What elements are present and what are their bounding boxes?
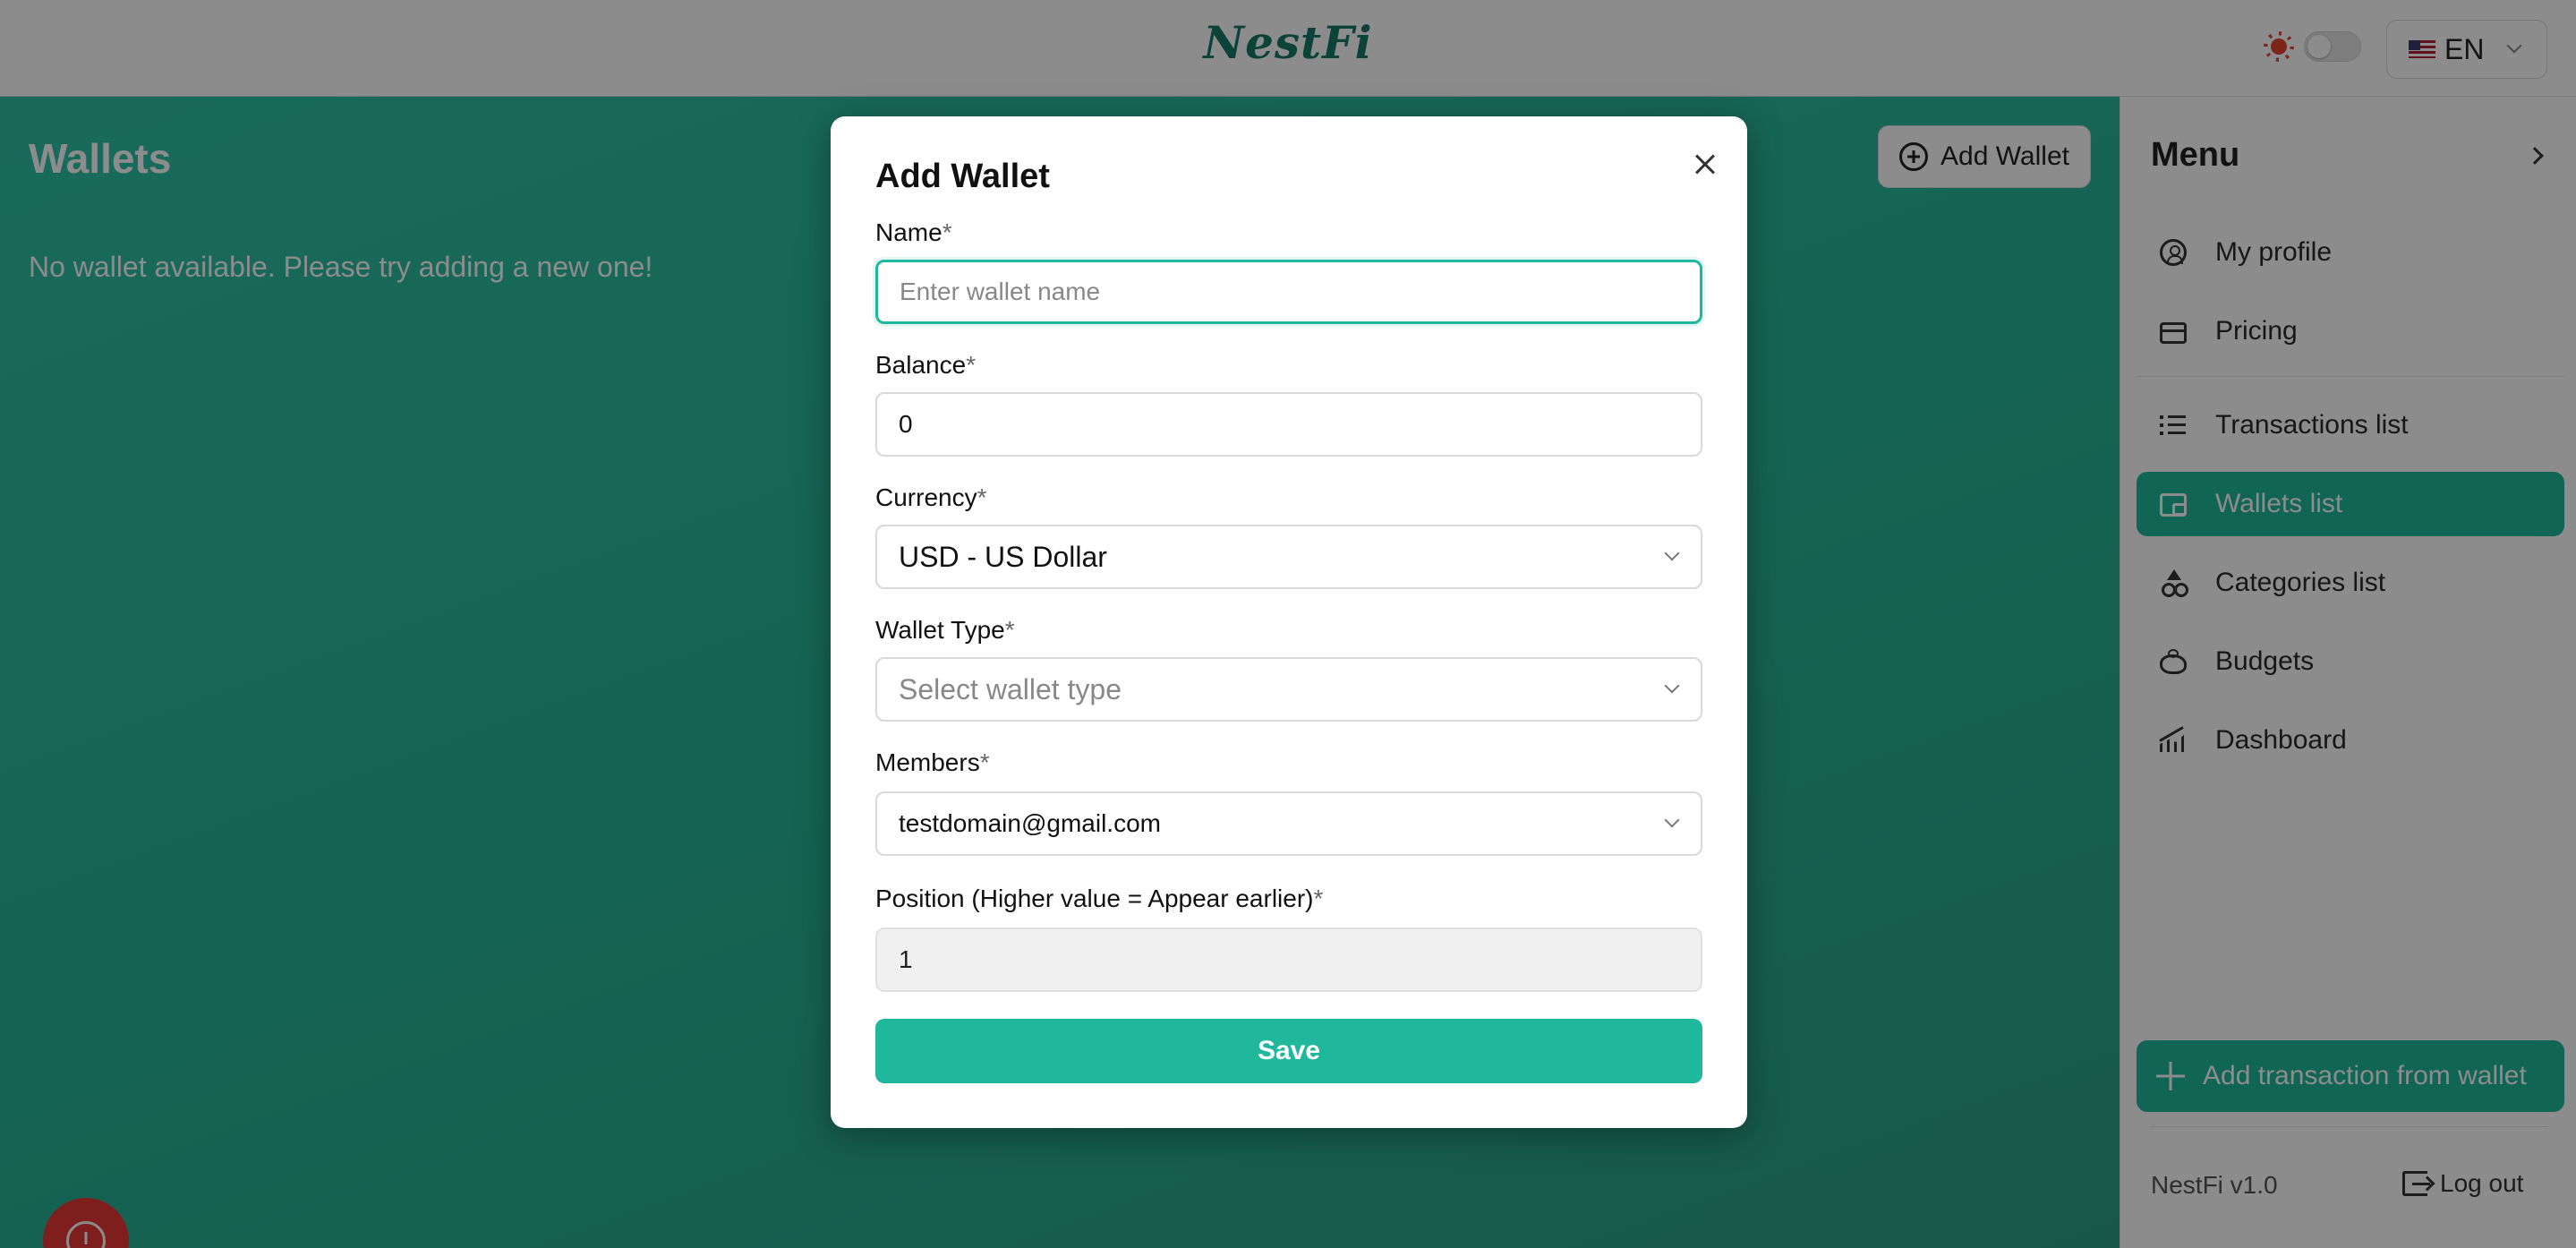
position-input (875, 927, 1702, 992)
balance-label-text: Balance (875, 351, 967, 379)
chevron-down-icon (1664, 678, 1680, 694)
position-label-text: Position (Higher value = Appear earlier) (875, 885, 1314, 912)
chevron-down-icon (1664, 545, 1680, 561)
required-mark: * (977, 483, 987, 511)
currency-label: Currency* (875, 483, 987, 512)
wallet-type-placeholder: Select wallet type (899, 672, 1122, 705)
required-mark: * (966, 351, 977, 379)
members-label-text: Members (875, 748, 980, 776)
name-label: Name* (875, 218, 952, 247)
required-mark: * (1004, 616, 1015, 644)
chevron-down-icon (1664, 812, 1680, 828)
wallet-type-label-text: Wallet Type (875, 616, 1005, 644)
wallet-type-select[interactable]: Select wallet type (875, 657, 1702, 722)
currency-select[interactable]: USD - US Dollar (875, 525, 1702, 589)
position-label: Position (Higher value = Appear earlier)… (875, 885, 1323, 913)
members-label: Members* (875, 748, 990, 777)
name-label-text: Name (875, 218, 943, 246)
wallet-type-label: Wallet Type* (875, 616, 1015, 645)
save-button[interactable]: Save (875, 1019, 1702, 1083)
required-mark: * (942, 218, 952, 246)
currency-value: USD - US Dollar (899, 540, 1107, 573)
wallet-name-input[interactable] (875, 260, 1702, 324)
currency-label-text: Currency (875, 483, 977, 511)
balance-input[interactable] (875, 392, 1702, 457)
required-mark: * (1313, 885, 1324, 912)
members-value: testdomain@gmail.com (899, 809, 1161, 837)
required-mark: * (979, 748, 990, 776)
modal-title: Add Wallet (875, 158, 1050, 195)
add-wallet-modal: Add Wallet Name* Balance* Currency* USD … (831, 116, 1747, 1128)
members-select[interactable]: testdomain@gmail.com (875, 791, 1702, 856)
close-icon[interactable] (1690, 149, 1720, 179)
balance-label: Balance* (875, 351, 976, 380)
